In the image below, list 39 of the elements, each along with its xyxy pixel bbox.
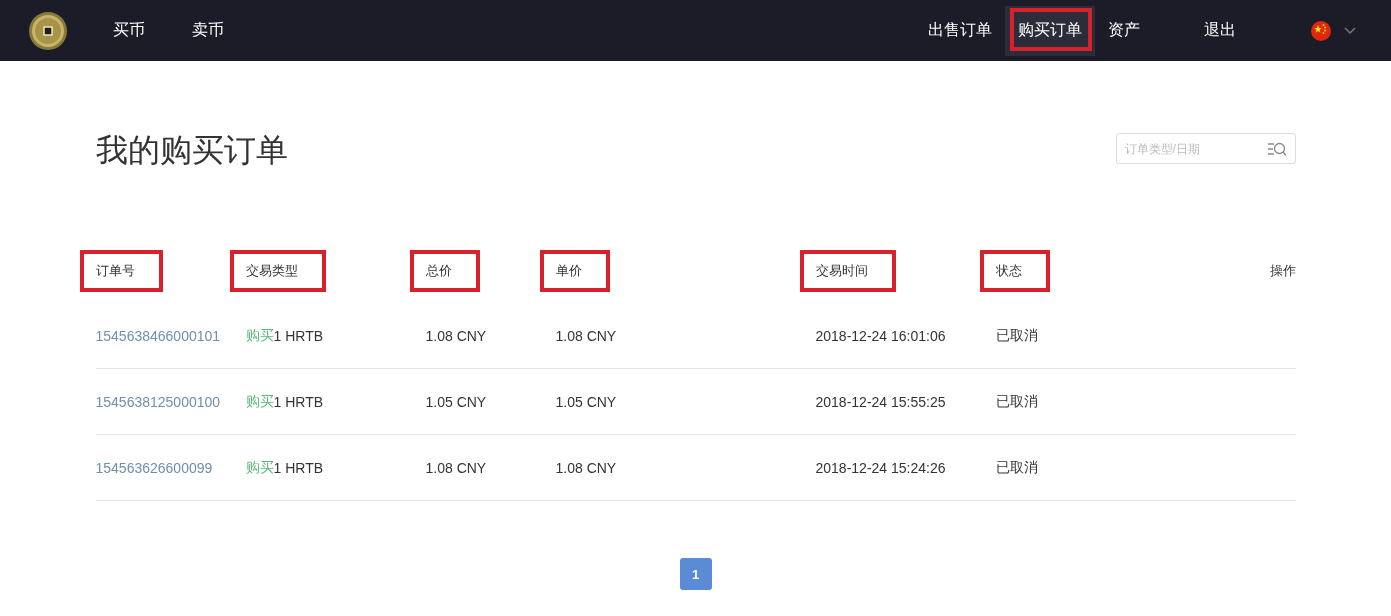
column-header: 操作 [1269,262,1296,280]
column-header: 总价 [425,262,452,280]
chevron-down-icon[interactable] [1344,26,1356,35]
column-header: 交易时间 [815,262,868,280]
trade-type-text: 购买 [245,392,274,411]
trade-type-text: 购买 [245,458,274,477]
trade-time-text: 2018-12-24 16:01:06 [815,327,946,344]
column-header: 交易类型 [245,262,298,280]
order-id-link[interactable]: 154563626600099 [95,459,213,476]
column-header: 订单号 [95,262,135,280]
nav-link[interactable]: 退出 [1191,5,1249,56]
status-text: 已取消 [995,392,1038,411]
trade-type-text: 购买 [245,326,274,345]
search-field[interactable]: 订单类型/日期 [1115,133,1296,164]
flag-icon[interactable] [1311,20,1331,41]
quantity-text: 1 HRTB [273,327,324,344]
quantity-text: 1 HRTB [273,393,324,410]
nav-link[interactable]: 出售订单 [915,5,1005,56]
total-price-text: 1.08 CNY [425,459,487,476]
total-price-text: 1.05 CNY [425,393,487,410]
nav-link[interactable]: 资产 [1095,5,1153,56]
column-header: 状态 [995,262,1022,280]
nav-link[interactable]: 卖币 [192,5,224,56]
nav-link[interactable]: 购买订单 [1005,5,1095,56]
status-text: 已取消 [995,458,1038,477]
column-header: 单价 [555,262,582,280]
trade-time-text: 2018-12-24 15:24:26 [815,459,946,476]
nav-link[interactable]: 买币 [113,5,145,56]
unit-price-text: 1.05 CNY [555,393,617,410]
total-price-text: 1.08 CNY [425,327,487,344]
unit-price-text: 1.08 CNY [555,327,617,344]
trade-time-text: 2018-12-24 15:55:25 [815,393,946,410]
order-id-link[interactable]: 1545638125000100 [95,393,221,410]
status-text: 已取消 [995,326,1038,345]
unit-price-text: 1.08 CNY [555,459,617,476]
coin-logo-icon[interactable] [28,10,68,51]
page-title: 我的购买订单 [95,131,288,170]
search-icon[interactable] [1266,140,1287,157]
quantity-text: 1 HRTB [273,459,324,476]
